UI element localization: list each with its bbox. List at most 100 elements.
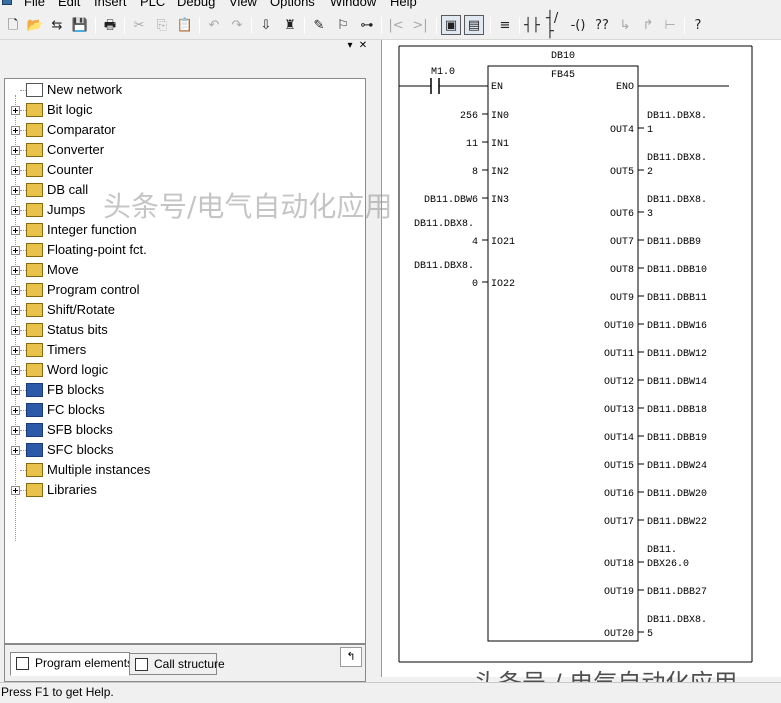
redo-icon[interactable]: ↷ — [227, 15, 247, 35]
tree-item-status-bits[interactable]: Status bits — [5, 320, 360, 340]
connection-icon[interactable]: ⊢ — [660, 15, 680, 35]
tree-item-floating-point-fct[interactable]: Floating-point fct. — [5, 240, 360, 260]
tree-item-timers[interactable]: Timers — [5, 340, 360, 360]
new-icon[interactable]: 🗋 — [3, 15, 23, 35]
expand-icon[interactable] — [11, 126, 20, 135]
input-value: 8 — [472, 167, 478, 178]
timers-icon — [26, 343, 43, 357]
expand-icon[interactable] — [11, 286, 20, 295]
expand-icon[interactable] — [11, 306, 20, 315]
expand-icon[interactable] — [11, 246, 20, 255]
expand-icon[interactable] — [11, 206, 20, 215]
tree-item-move[interactable]: Move — [5, 260, 360, 280]
tree-item-counter[interactable]: Counter — [5, 160, 360, 180]
menu-help[interactable]: Help — [390, 0, 417, 9]
tab-program-elements[interactable]: Program elements — [10, 652, 133, 676]
expand-icon[interactable] — [11, 386, 20, 395]
tree-item-converter[interactable]: Converter — [5, 140, 360, 160]
menu-bar: File Edit Insert PLC Debug View Options … — [0, 0, 781, 10]
menu-insert[interactable]: Insert — [94, 0, 127, 9]
output-address: DB11.DBX8. — [647, 615, 707, 626]
accessible-nodes-icon[interactable]: ⇆ — [47, 15, 67, 35]
panel-header: ▾ ✕ — [0, 40, 373, 53]
tree-item-fc-blocks[interactable]: FC blocks — [5, 400, 360, 420]
nc-contact-icon[interactable]: ┤/├ — [545, 12, 565, 38]
expand-icon[interactable] — [11, 346, 20, 355]
tab-call-structure-label: Call structure — [154, 657, 225, 671]
overview-icon[interactable]: ⚐ — [333, 15, 353, 35]
menu-file[interactable]: File — [24, 0, 45, 9]
download-icon[interactable]: ⇩ — [256, 15, 276, 35]
tree-item-comparator[interactable]: Comparator — [5, 120, 360, 140]
menu-debug[interactable]: Debug — [177, 0, 215, 9]
close-icon[interactable]: ✕ — [358, 41, 368, 51]
comparator-icon — [26, 123, 43, 137]
tree-item-label: FC blocks — [47, 402, 105, 417]
tree-item-program-control[interactable]: Program control — [5, 280, 360, 300]
tree-item-libraries[interactable]: Libraries — [5, 480, 360, 500]
help-icon[interactable]: ? — [688, 15, 708, 35]
tab-call-structure[interactable]: Call structure — [129, 653, 225, 675]
goto-begin-icon[interactable]: |< — [386, 15, 406, 35]
cut-icon[interactable]: ✂ — [129, 15, 149, 35]
overview-toggle-icon[interactable]: ▣ — [441, 15, 461, 35]
output-pin-out10: OUT10 — [604, 321, 634, 332]
paste-icon[interactable]: 📋 — [175, 15, 195, 35]
output-address: DB11.DBB10 — [647, 265, 707, 276]
ladder-editor[interactable]: DB10 FB45 EN ENO M1.0 IN0 256 IN1 11 IN2 8 IN3 DB11.… — [381, 40, 781, 677]
menu-view[interactable]: View — [229, 0, 257, 9]
tree-item-label: Comparator — [47, 122, 116, 137]
branch-close-icon[interactable]: ↱ — [638, 15, 658, 35]
goto-end-icon[interactable]: >| — [410, 15, 430, 35]
tree-item-word-logic[interactable]: Word logic — [5, 360, 360, 380]
network-view-icon[interactable]: ▤ — [464, 15, 484, 35]
monitor-icon[interactable]: ♜ — [280, 15, 300, 35]
expand-icon[interactable] — [11, 446, 20, 455]
branch-open-icon[interactable]: ↳ — [615, 15, 635, 35]
expand-icon[interactable] — [11, 166, 20, 175]
expand-icon[interactable] — [11, 486, 20, 495]
sfc-blocks-icon — [26, 443, 43, 457]
new-network-icon[interactable]: ≡ — [495, 15, 515, 35]
output-address-bit: 2 — [647, 167, 653, 178]
open-icon[interactable]: 📂 — [25, 15, 45, 35]
panel-menu-icon[interactable]: ▾ — [345, 41, 355, 51]
tree-item-sfb-blocks[interactable]: SFB blocks — [5, 420, 360, 440]
copy-icon[interactable]: ⎘ — [152, 15, 172, 35]
fc-blocks-icon — [26, 403, 43, 417]
menu-edit[interactable]: Edit — [58, 0, 80, 9]
expand-icon[interactable] — [11, 106, 20, 115]
tree-item-bit-logic[interactable]: Bit logic — [5, 100, 360, 120]
app-icon[interactable] — [2, 0, 12, 5]
expand-icon[interactable] — [11, 406, 20, 415]
tree-item-fb-blocks[interactable]: FB blocks — [5, 380, 360, 400]
expand-icon[interactable] — [11, 146, 20, 155]
expand-icon[interactable] — [11, 366, 20, 375]
menu-window[interactable]: Window — [330, 0, 376, 9]
expand-icon[interactable] — [11, 326, 20, 335]
menu-options[interactable]: Options — [270, 0, 315, 9]
print-icon[interactable]: 🖶 — [100, 15, 120, 35]
tree-item-shift-rotate[interactable]: Shift/Rotate — [5, 300, 360, 320]
sfb-blocks-icon — [26, 423, 43, 437]
expand-icon[interactable] — [11, 186, 20, 195]
expand-icon[interactable] — [11, 426, 20, 435]
menu-plc[interactable]: PLC — [140, 0, 165, 9]
display-icon[interactable]: ⊶ — [357, 15, 377, 35]
tree-item-sfc-blocks[interactable]: SFC blocks — [5, 440, 360, 460]
pin-eno: ENO — [616, 82, 634, 93]
tree-item-label: Status bits — [47, 322, 108, 337]
expand-icon[interactable] — [11, 266, 20, 275]
output-address: DB11.DBW14 — [647, 377, 707, 388]
tree-item-multiple-instances[interactable]: Multiple instances — [5, 460, 360, 480]
save-icon[interactable]: 💾 — [70, 15, 90, 35]
output-pin-out16: OUT16 — [604, 489, 634, 500]
tree-item-new-network[interactable]: New network — [5, 80, 360, 100]
empty-box-icon[interactable]: ?? — [592, 15, 612, 35]
undo-icon[interactable]: ↶ — [204, 15, 224, 35]
coil-icon[interactable]: -() — [568, 15, 588, 35]
comment-icon[interactable]: ✎ — [309, 15, 329, 35]
no-contact-icon[interactable]: ┤├ — [522, 15, 542, 35]
expand-icon[interactable] — [11, 226, 20, 235]
libraries-icon — [26, 483, 43, 497]
